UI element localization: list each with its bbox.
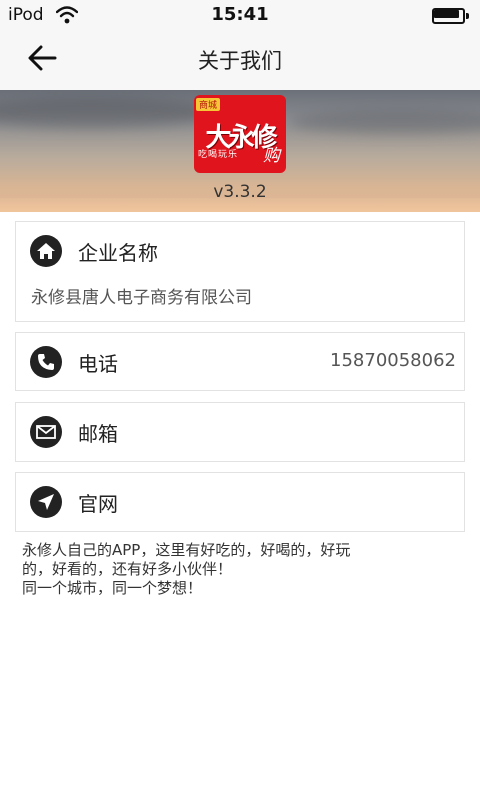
website-card[interactable]: 官网 (15, 472, 465, 532)
logo-tag: 商城 (196, 98, 221, 111)
battery-level (434, 10, 459, 18)
navigation-icon (30, 486, 62, 518)
phone-label: 电话 (78, 352, 118, 376)
intro-text: 永修人自己的APP，这里有好吃的，好喝的，好玩 的，好看的，还有好多小伙伴！ 同… (22, 541, 351, 597)
phone-card[interactable]: 电话 15870058062 (15, 332, 465, 391)
email-label: 邮箱 (78, 422, 118, 446)
mail-icon (30, 416, 62, 448)
phone-number[interactable]: 15870058062 (330, 350, 456, 371)
logo-suffix: 购 (263, 146, 280, 166)
logo-subtitle: 吃喝玩乐 (198, 150, 239, 160)
battery-icon (432, 8, 470, 24)
status-bar: iPod 15:41 (0, 0, 480, 30)
company-card: 企业名称 永修县唐人电子商务有限公司 (15, 221, 465, 322)
email-card[interactable]: 邮箱 (15, 402, 465, 462)
app-logo: 商城 大永修 吃喝玩乐 购 (194, 95, 286, 173)
home-icon (30, 235, 62, 267)
navigation-bar: 关于我们 (0, 30, 480, 90)
website-label: 官网 (78, 492, 118, 516)
phone-icon (30, 346, 62, 378)
company-name: 永修县唐人电子商务有限公司 (31, 288, 252, 308)
page-title: 关于我们 (198, 49, 282, 73)
status-time: 15:41 (211, 4, 269, 25)
app-version: v3.3.2 (213, 182, 267, 202)
company-label: 企业名称 (78, 241, 158, 265)
app-banner: 商城 大永修 吃喝玩乐 购 v3.3.2 (0, 90, 480, 212)
